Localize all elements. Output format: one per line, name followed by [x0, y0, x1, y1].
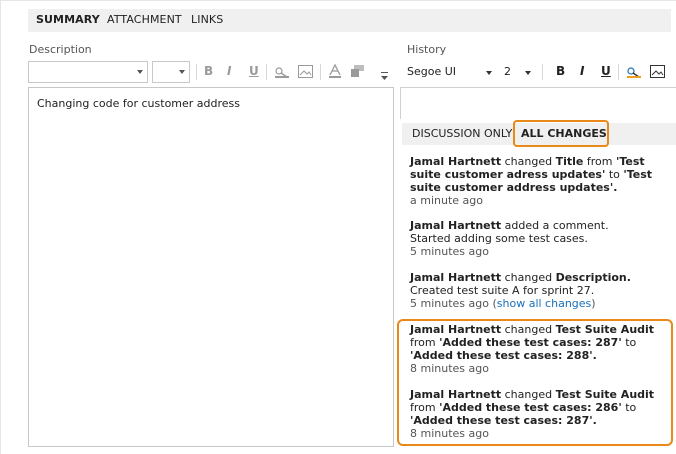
font-color-icon[interactable] [328, 64, 342, 79]
entry-comment: Started adding some test cases. [410, 232, 588, 245]
font-size-value[interactable]: 2 [504, 65, 511, 78]
chevron-down-icon [137, 70, 143, 74]
show-all-changes-link[interactable]: show all changes [497, 297, 592, 310]
italic-icon[interactable]: I [580, 64, 584, 78]
tab-summary[interactable]: SUMMARY [36, 13, 100, 26]
highlight-icon[interactable] [274, 65, 290, 79]
history-comment-input[interactable] [400, 87, 676, 119]
description-label: Description [29, 43, 92, 56]
description-text: Changing code for customer address [37, 97, 241, 110]
audit-entries-highlight [397, 319, 673, 446]
filter-discussion-only[interactable]: DISCUSSION ONLY [412, 127, 512, 140]
font-family-value[interactable]: Segoe UI [407, 65, 456, 78]
entry-author: Jamal Hartnett [410, 271, 502, 284]
tab-bar: SUMMARY ATTACHMENT LINKS [28, 9, 671, 32]
chevron-down-icon [179, 70, 185, 74]
list-item: Jamal Hartnett changed Description. Crea… [410, 271, 631, 310]
underline-icon[interactable]: U [249, 64, 259, 78]
image-icon[interactable] [298, 65, 313, 78]
entry-time: 5 minutes ago [410, 245, 489, 258]
entry-author: Jamal Hartnett [410, 155, 502, 168]
entry-verb: changed [504, 271, 553, 284]
format-painter-icon[interactable] [350, 64, 365, 79]
font-family-select[interactable] [28, 61, 148, 83]
entry-verb: changed [504, 155, 553, 168]
chevron-down-icon[interactable] [525, 71, 531, 75]
description-toolbar: B I U [28, 61, 394, 85]
list-item: Jamal Hartnett added a comment. Started … [410, 219, 672, 258]
tab-links[interactable]: LINKS [191, 13, 223, 26]
bold-icon[interactable]: B [556, 64, 565, 78]
more-options-icon[interactable] [380, 71, 390, 81]
bold-icon[interactable]: B [204, 64, 213, 78]
entry-time: a minute ago [410, 194, 483, 207]
image-icon[interactable] [650, 65, 665, 78]
history-label: History [407, 43, 447, 56]
description-editor[interactable]: Changing code for customer address [28, 87, 394, 447]
entry-field: Title [555, 155, 584, 168]
underline-icon[interactable]: U [601, 64, 611, 78]
all-changes-highlight [513, 120, 609, 147]
tab-attachment[interactable]: ATTACHMENT [107, 13, 182, 26]
history-toolbar: Segoe UI 2 B I U [400, 61, 676, 85]
italic-icon[interactable]: I [227, 64, 231, 78]
entry-author: Jamal Hartnett [410, 219, 502, 232]
chevron-down-icon[interactable] [486, 71, 492, 75]
entry-comment: Created test suite A for sprint 27. [410, 284, 595, 297]
entry-verb: added a comment. [504, 219, 609, 232]
list-item: Jamal Hartnett changed Title from 'Test … [410, 155, 653, 207]
entry-time: 5 minutes ago [410, 297, 489, 310]
font-size-select[interactable] [152, 61, 190, 83]
entry-field: Description. [555, 271, 631, 284]
highlight-icon[interactable] [626, 65, 642, 79]
